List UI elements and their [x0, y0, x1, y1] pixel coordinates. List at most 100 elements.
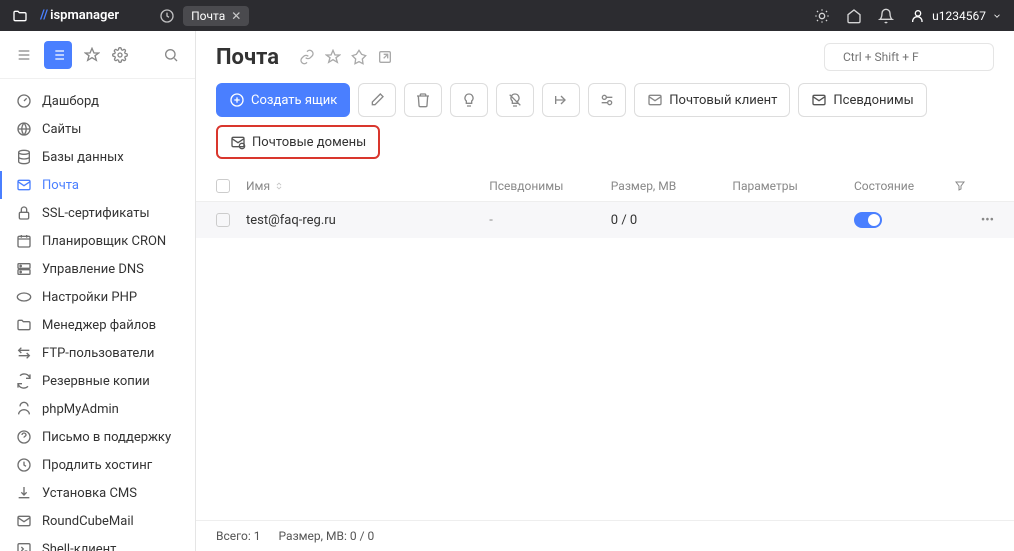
- th-alias[interactable]: Псевдонимы: [489, 179, 611, 193]
- nav-label: FTP-пользователи: [42, 346, 154, 361]
- sidebar-item-files[interactable]: Менеджер файлов: [0, 311, 195, 339]
- star-icon[interactable]: [84, 47, 100, 63]
- pin-icon[interactable]: [351, 49, 367, 65]
- bell-icon[interactable]: [878, 8, 894, 24]
- nav-label: Почта: [42, 178, 79, 193]
- logo[interactable]: // ispmanager: [40, 8, 119, 23]
- filter-icon: [599, 92, 615, 108]
- home-icon[interactable]: [846, 8, 862, 24]
- bulb-icon: [461, 92, 477, 108]
- search-icon[interactable]: [163, 47, 179, 63]
- disable-button[interactable]: [496, 83, 534, 117]
- chevron-down-icon: [992, 11, 1002, 21]
- sidebar-item-roundcube[interactable]: RoundCubeMail: [0, 507, 195, 535]
- search-box[interactable]: [824, 43, 994, 71]
- footer-size: Размер, MB: 0 / 0: [279, 529, 375, 543]
- sidebar-item-ssl[interactable]: SSL-сертификаты: [0, 199, 195, 227]
- user-icon: [910, 8, 926, 24]
- main: Почта Создать ящик: [196, 31, 1014, 551]
- nav-label: Продлить хостинг: [42, 458, 152, 473]
- table-row[interactable]: test@faq-reg.ru - 0 / 0 •••: [196, 202, 1014, 238]
- mail-domains-button[interactable]: Почтовые домены: [216, 125, 380, 159]
- mail-icon: [16, 513, 32, 529]
- delete-button[interactable]: [404, 83, 442, 117]
- list-icon[interactable]: [44, 41, 72, 69]
- database-icon: [16, 149, 32, 165]
- row-state: [854, 212, 954, 228]
- nav-label: Письмо в поддержку: [42, 430, 171, 445]
- sidebar-item-sites[interactable]: Сайты: [0, 115, 195, 143]
- sidebar-item-renew[interactable]: Продлить хостинг: [0, 451, 195, 479]
- mail-settings-icon: [647, 92, 663, 108]
- sidebar-item-dashboard[interactable]: Дашборд: [0, 87, 195, 115]
- th-name[interactable]: Имя: [246, 179, 489, 193]
- sidebar-top: [0, 31, 195, 79]
- forward-button[interactable]: [542, 83, 580, 117]
- checkbox-icon[interactable]: [216, 179, 230, 193]
- pencil-icon: [369, 92, 385, 108]
- page-title: Почта: [216, 45, 279, 70]
- sidebar-item-support[interactable]: Письмо в поддержку: [0, 423, 195, 451]
- topbar: // ispmanager Почта ✕ u1234567: [0, 0, 1014, 31]
- user-label: u1234567: [932, 9, 986, 23]
- sidebar-item-cms[interactable]: Установка CMS: [0, 479, 195, 507]
- row-name: test@faq-reg.ru: [246, 213, 489, 228]
- sidebar-item-phpmyadmin[interactable]: phpMyAdmin: [0, 395, 195, 423]
- trash-icon: [415, 92, 431, 108]
- sidebar-item-db[interactable]: Базы данных: [0, 143, 195, 171]
- sidebar-item-php[interactable]: Настройки PHP: [0, 283, 195, 311]
- mail-client-button[interactable]: Почтовый клиент: [634, 83, 790, 117]
- clock-icon: [16, 457, 32, 473]
- header-icons: [299, 49, 393, 65]
- star-icon[interactable]: [325, 49, 341, 65]
- checkbox-icon[interactable]: [216, 213, 230, 227]
- settings-icon[interactable]: [112, 47, 128, 63]
- th-checkbox[interactable]: [216, 179, 246, 193]
- link-icon[interactable]: [299, 49, 315, 65]
- menu-icon[interactable]: [16, 47, 32, 63]
- footer: Всего: 1 Размер, MB: 0 / 0: [196, 520, 1014, 551]
- btn-label: Почтовые домены: [252, 135, 366, 150]
- th-state[interactable]: Состояние: [854, 179, 954, 193]
- state-toggle[interactable]: [854, 212, 882, 228]
- sidebar-item-cron[interactable]: Планировщик CRON: [0, 227, 195, 255]
- brand-text: ispmanager: [50, 8, 119, 23]
- search-input[interactable]: [843, 50, 999, 64]
- row-checkbox[interactable]: [216, 213, 246, 227]
- edit-button[interactable]: [358, 83, 396, 117]
- php-icon: [16, 289, 32, 305]
- plus-icon: [229, 92, 245, 108]
- sidebar-item-backup[interactable]: Резервные копии: [0, 367, 195, 395]
- folder-icon[interactable]: [12, 8, 28, 24]
- sidebar-item-shell[interactable]: Shell-клиент: [0, 535, 195, 551]
- external-icon[interactable]: [377, 49, 393, 65]
- ftp-icon: [16, 345, 32, 361]
- sidebar: Дашборд Сайты Базы данных Почта SSL-серт…: [0, 31, 196, 551]
- nav-label: Shell-клиент: [42, 542, 116, 551]
- sidebar-item-mail[interactable]: Почта: [0, 171, 195, 199]
- tab-close-icon[interactable]: ✕: [231, 9, 241, 23]
- tab-mail[interactable]: Почта ✕: [183, 6, 249, 26]
- user-menu[interactable]: u1234567: [910, 8, 1002, 24]
- nav-label: Дашборд: [42, 94, 99, 109]
- nav-label: Установка CMS: [42, 486, 137, 501]
- nav-label: Планировщик CRON: [42, 234, 166, 249]
- phpmyadmin-icon: [16, 401, 32, 417]
- row-alias: -: [489, 213, 611, 228]
- sun-icon[interactable]: [814, 8, 830, 24]
- history-icon[interactable]: [159, 8, 175, 24]
- create-mailbox-button[interactable]: Создать ящик: [216, 83, 350, 117]
- bulb-off-icon: [507, 92, 523, 108]
- sidebar-item-dns[interactable]: Управление DNS: [0, 255, 195, 283]
- nav: Дашборд Сайты Базы данных Почта SSL-серт…: [0, 79, 195, 551]
- th-size[interactable]: Размер, MB: [611, 179, 733, 193]
- th-actions[interactable]: [954, 180, 994, 192]
- sidebar-item-ftp[interactable]: FTP-пользователи: [0, 339, 195, 367]
- th-params[interactable]: Параметры: [732, 179, 854, 193]
- btn-label: Псевдонимы: [833, 93, 913, 108]
- row-actions[interactable]: •••: [954, 213, 994, 228]
- table-header: Имя Псевдонимы Размер, MB Параметры Сост…: [196, 171, 1014, 202]
- aliases-button[interactable]: Псевдонимы: [798, 83, 926, 117]
- filter-button[interactable]: [588, 83, 626, 117]
- enable-button[interactable]: [450, 83, 488, 117]
